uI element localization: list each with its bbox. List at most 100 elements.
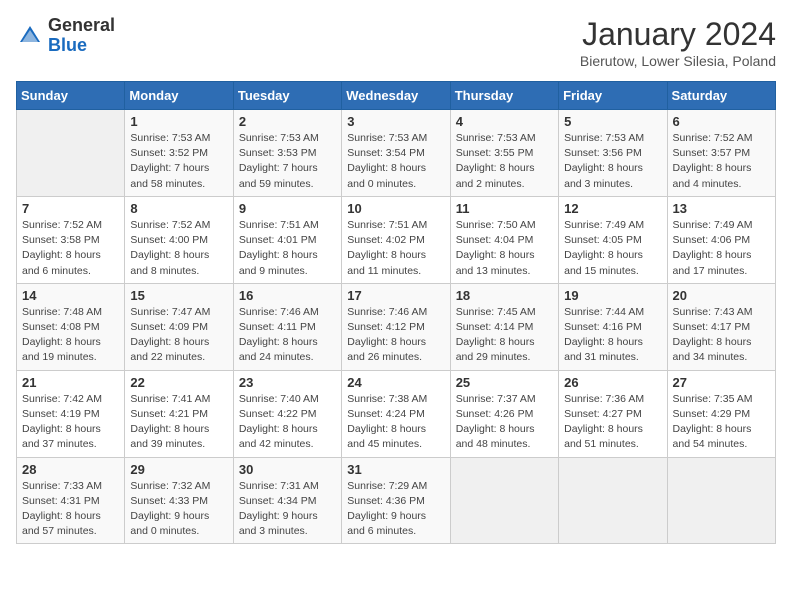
day-info: Sunrise: 7:46 AM Sunset: 4:11 PM Dayligh… (239, 305, 336, 366)
day-info: Sunrise: 7:33 AM Sunset: 4:31 PM Dayligh… (22, 479, 119, 540)
day-number: 3 (347, 114, 444, 129)
day-info: Sunrise: 7:53 AM Sunset: 3:55 PM Dayligh… (456, 131, 553, 192)
day-info: Sunrise: 7:49 AM Sunset: 4:05 PM Dayligh… (564, 218, 661, 279)
logo-text: General Blue (48, 16, 115, 56)
page-header: General Blue January 2024 Bierutow, Lowe… (16, 16, 776, 69)
day-cell: 15Sunrise: 7:47 AM Sunset: 4:09 PM Dayli… (125, 283, 233, 370)
day-number: 5 (564, 114, 661, 129)
day-info: Sunrise: 7:53 AM Sunset: 3:52 PM Dayligh… (130, 131, 227, 192)
day-info: Sunrise: 7:29 AM Sunset: 4:36 PM Dayligh… (347, 479, 444, 540)
day-number: 20 (673, 288, 770, 303)
day-cell: 21 Sunrise: 7:42 AM Sunset: 4:19 PM Dayli… (17, 370, 125, 457)
day-cell: 7 Sunrise: 7:52 AM Sunset: 3:58 PM Daylig… (17, 196, 125, 283)
week-row-3: 14Sunrise: 7:48 AM Sunset: 4:08 PM Dayli… (17, 283, 776, 370)
weekday-header-thursday: Thursday (450, 82, 558, 110)
day-info: Sunrise: 7:52 AM Sunset: 4:00 PM Dayligh… (130, 218, 227, 279)
day-info: Sunrise: 7:52 AM Sunset: 3:58 PM Dayligh… (22, 218, 119, 279)
day-info: Sunrise: 7:49 AM Sunset: 4:06 PM Dayligh… (673, 218, 770, 279)
day-cell: 31 Sunrise: 7:29 AM Sunset: 4:36 PM Dayli… (342, 457, 450, 544)
day-info: Sunrise: 7:31 AM Sunset: 4:34 PM Dayligh… (239, 479, 336, 540)
day-number: 27 (673, 375, 770, 390)
month-title: January 2024 (580, 16, 776, 53)
day-number: 10 (347, 201, 444, 216)
day-number: 1 (130, 114, 227, 129)
day-number: 11 (456, 201, 553, 216)
day-info: Sunrise: 7:40 AM Sunset: 4:22 PM Dayligh… (239, 392, 336, 453)
day-number: 6 (673, 114, 770, 129)
day-info: Sunrise: 7:53 AM Sunset: 3:56 PM Dayligh… (564, 131, 661, 192)
day-cell: 10 Sunrise: 7:51 AM Sunset: 4:02 PM Dayli… (342, 196, 450, 283)
day-cell: 17Sunrise: 7:46 AM Sunset: 4:12 PM Dayli… (342, 283, 450, 370)
week-row-1: 1 Sunrise: 7:53 AM Sunset: 3:52 PM Daylig… (17, 110, 776, 197)
day-cell: 29Sunrise: 7:32 AM Sunset: 4:33 PM Dayli… (125, 457, 233, 544)
day-cell (17, 110, 125, 197)
day-number: 16 (239, 288, 336, 303)
logo: General Blue (16, 16, 115, 56)
day-number: 19 (564, 288, 661, 303)
day-cell: 9 Sunrise: 7:51 AM Sunset: 4:01 PM Daylig… (233, 196, 341, 283)
day-cell: 30 Sunrise: 7:31 AM Sunset: 4:34 PM Dayli… (233, 457, 341, 544)
day-info: Sunrise: 7:42 AM Sunset: 4:19 PM Dayligh… (22, 392, 119, 453)
day-cell: 19Sunrise: 7:44 AM Sunset: 4:16 PM Dayli… (559, 283, 667, 370)
day-info: Sunrise: 7:37 AM Sunset: 4:26 PM Dayligh… (456, 392, 553, 453)
day-cell: 16 Sunrise: 7:46 AM Sunset: 4:11 PM Dayli… (233, 283, 341, 370)
day-number: 7 (22, 201, 119, 216)
logo-icon (16, 22, 44, 50)
day-info: Sunrise: 7:51 AM Sunset: 4:02 PM Dayligh… (347, 218, 444, 279)
day-cell: 13Sunrise: 7:49 AM Sunset: 4:06 PM Dayli… (667, 196, 775, 283)
day-info: Sunrise: 7:52 AM Sunset: 3:57 PM Dayligh… (673, 131, 770, 192)
day-cell: 2 Sunrise: 7:53 AM Sunset: 3:53 PM Daylig… (233, 110, 341, 197)
day-number: 31 (347, 462, 444, 477)
day-cell (559, 457, 667, 544)
day-info: Sunrise: 7:48 AM Sunset: 4:08 PM Dayligh… (22, 305, 119, 366)
day-number: 12 (564, 201, 661, 216)
day-cell: 22 Sunrise: 7:41 AM Sunset: 4:21 PM Dayli… (125, 370, 233, 457)
day-number: 9 (239, 201, 336, 216)
day-cell: 27 Sunrise: 7:35 AM Sunset: 4:29 PM Dayli… (667, 370, 775, 457)
week-row-5: 28 Sunrise: 7:33 AM Sunset: 4:31 PM Dayli… (17, 457, 776, 544)
weekday-header-tuesday: Tuesday (233, 82, 341, 110)
day-cell: 25 Sunrise: 7:37 AM Sunset: 4:26 PM Dayli… (450, 370, 558, 457)
day-info: Sunrise: 7:53 AM Sunset: 3:54 PM Dayligh… (347, 131, 444, 192)
day-cell: 18 Sunrise: 7:45 AM Sunset: 4:14 PM Dayli… (450, 283, 558, 370)
day-info: Sunrise: 7:32 AM Sunset: 4:33 PM Dayligh… (130, 479, 227, 540)
day-info: Sunrise: 7:35 AM Sunset: 4:29 PM Dayligh… (673, 392, 770, 453)
day-number: 26 (564, 375, 661, 390)
day-number: 18 (456, 288, 553, 303)
day-cell: 24 Sunrise: 7:38 AM Sunset: 4:24 PM Dayli… (342, 370, 450, 457)
day-number: 21 (22, 375, 119, 390)
day-number: 2 (239, 114, 336, 129)
day-number: 24 (347, 375, 444, 390)
day-cell: 8 Sunrise: 7:52 AM Sunset: 4:00 PM Daylig… (125, 196, 233, 283)
day-number: 8 (130, 201, 227, 216)
week-row-4: 21 Sunrise: 7:42 AM Sunset: 4:19 PM Dayli… (17, 370, 776, 457)
day-cell: 5 Sunrise: 7:53 AM Sunset: 3:56 PM Daylig… (559, 110, 667, 197)
day-cell: 1 Sunrise: 7:53 AM Sunset: 3:52 PM Daylig… (125, 110, 233, 197)
day-cell (450, 457, 558, 544)
weekday-header-friday: Friday (559, 82, 667, 110)
day-number: 28 (22, 462, 119, 477)
weekday-header-sunday: Sunday (17, 82, 125, 110)
day-number: 30 (239, 462, 336, 477)
day-cell: 12 Sunrise: 7:49 AM Sunset: 4:05 PM Dayli… (559, 196, 667, 283)
day-info: Sunrise: 7:53 AM Sunset: 3:53 PM Dayligh… (239, 131, 336, 192)
day-info: Sunrise: 7:36 AM Sunset: 4:27 PM Dayligh… (564, 392, 661, 453)
location-title: Bierutow, Lower Silesia, Poland (580, 53, 776, 69)
day-number: 22 (130, 375, 227, 390)
day-cell: 28 Sunrise: 7:33 AM Sunset: 4:31 PM Dayli… (17, 457, 125, 544)
day-info: Sunrise: 7:43 AM Sunset: 4:17 PM Dayligh… (673, 305, 770, 366)
day-cell: 3 Sunrise: 7:53 AM Sunset: 3:54 PM Daylig… (342, 110, 450, 197)
weekday-header-saturday: Saturday (667, 82, 775, 110)
day-info: Sunrise: 7:38 AM Sunset: 4:24 PM Dayligh… (347, 392, 444, 453)
day-info: Sunrise: 7:41 AM Sunset: 4:21 PM Dayligh… (130, 392, 227, 453)
logo-general: General (48, 15, 115, 35)
title-block: January 2024 Bierutow, Lower Silesia, Po… (580, 16, 776, 69)
day-info: Sunrise: 7:50 AM Sunset: 4:04 PM Dayligh… (456, 218, 553, 279)
day-cell: 11 Sunrise: 7:50 AM Sunset: 4:04 PM Dayli… (450, 196, 558, 283)
day-number: 25 (456, 375, 553, 390)
week-row-2: 7 Sunrise: 7:52 AM Sunset: 3:58 PM Daylig… (17, 196, 776, 283)
day-info: Sunrise: 7:45 AM Sunset: 4:14 PM Dayligh… (456, 305, 553, 366)
day-info: Sunrise: 7:51 AM Sunset: 4:01 PM Dayligh… (239, 218, 336, 279)
day-number: 23 (239, 375, 336, 390)
day-cell: 23 Sunrise: 7:40 AM Sunset: 4:22 PM Dayli… (233, 370, 341, 457)
